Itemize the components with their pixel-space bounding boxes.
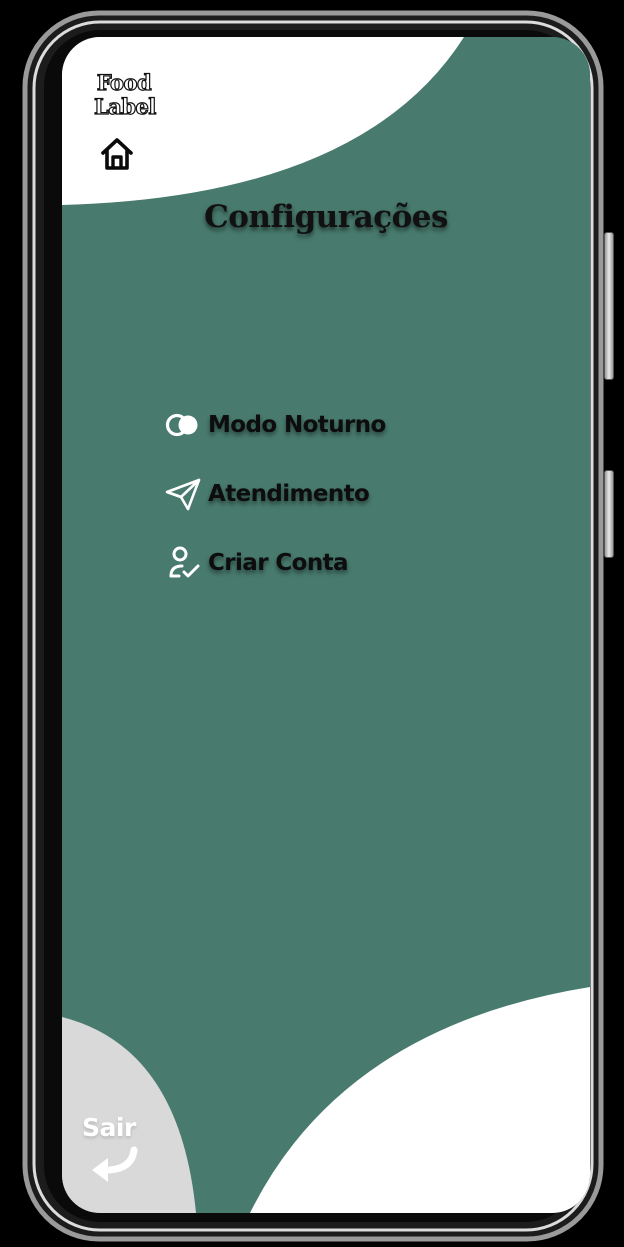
- app-screen: Food Label Configurações Modo Noturno At…: [62, 37, 590, 1213]
- back-arrow-icon: [92, 1146, 138, 1182]
- home-button[interactable]: [98, 135, 136, 173]
- menu-item-night-mode[interactable]: Modo Noturno: [164, 405, 484, 445]
- side-button-volume: [604, 232, 614, 380]
- menu-item-label: Modo Noturno: [208, 412, 386, 438]
- menu-item-label: Criar Conta: [208, 550, 349, 576]
- page-title: Configurações: [204, 199, 448, 235]
- menu-item-support[interactable]: Atendimento: [164, 474, 484, 514]
- home-icon: [101, 138, 133, 170]
- logo-line-label: Label: [93, 94, 157, 119]
- phone-device: Food Label Configurações Modo Noturno At…: [22, 10, 622, 1242]
- exit-button[interactable]: Sair: [82, 1113, 152, 1182]
- user-check-icon: [164, 544, 202, 582]
- food-label-logo: Food Label: [93, 70, 157, 119]
- exit-label: Sair: [82, 1113, 136, 1142]
- night-mode-icon: [164, 406, 202, 444]
- menu-item-create-account[interactable]: Criar Conta: [164, 543, 484, 583]
- logo-line-food: Food: [96, 70, 152, 95]
- menu-item-label: Atendimento: [208, 481, 370, 507]
- paper-plane-icon: [164, 475, 202, 513]
- side-button-power: [604, 470, 614, 558]
- settings-menu: Modo Noturno Atendimento Criar Conta: [164, 405, 484, 612]
